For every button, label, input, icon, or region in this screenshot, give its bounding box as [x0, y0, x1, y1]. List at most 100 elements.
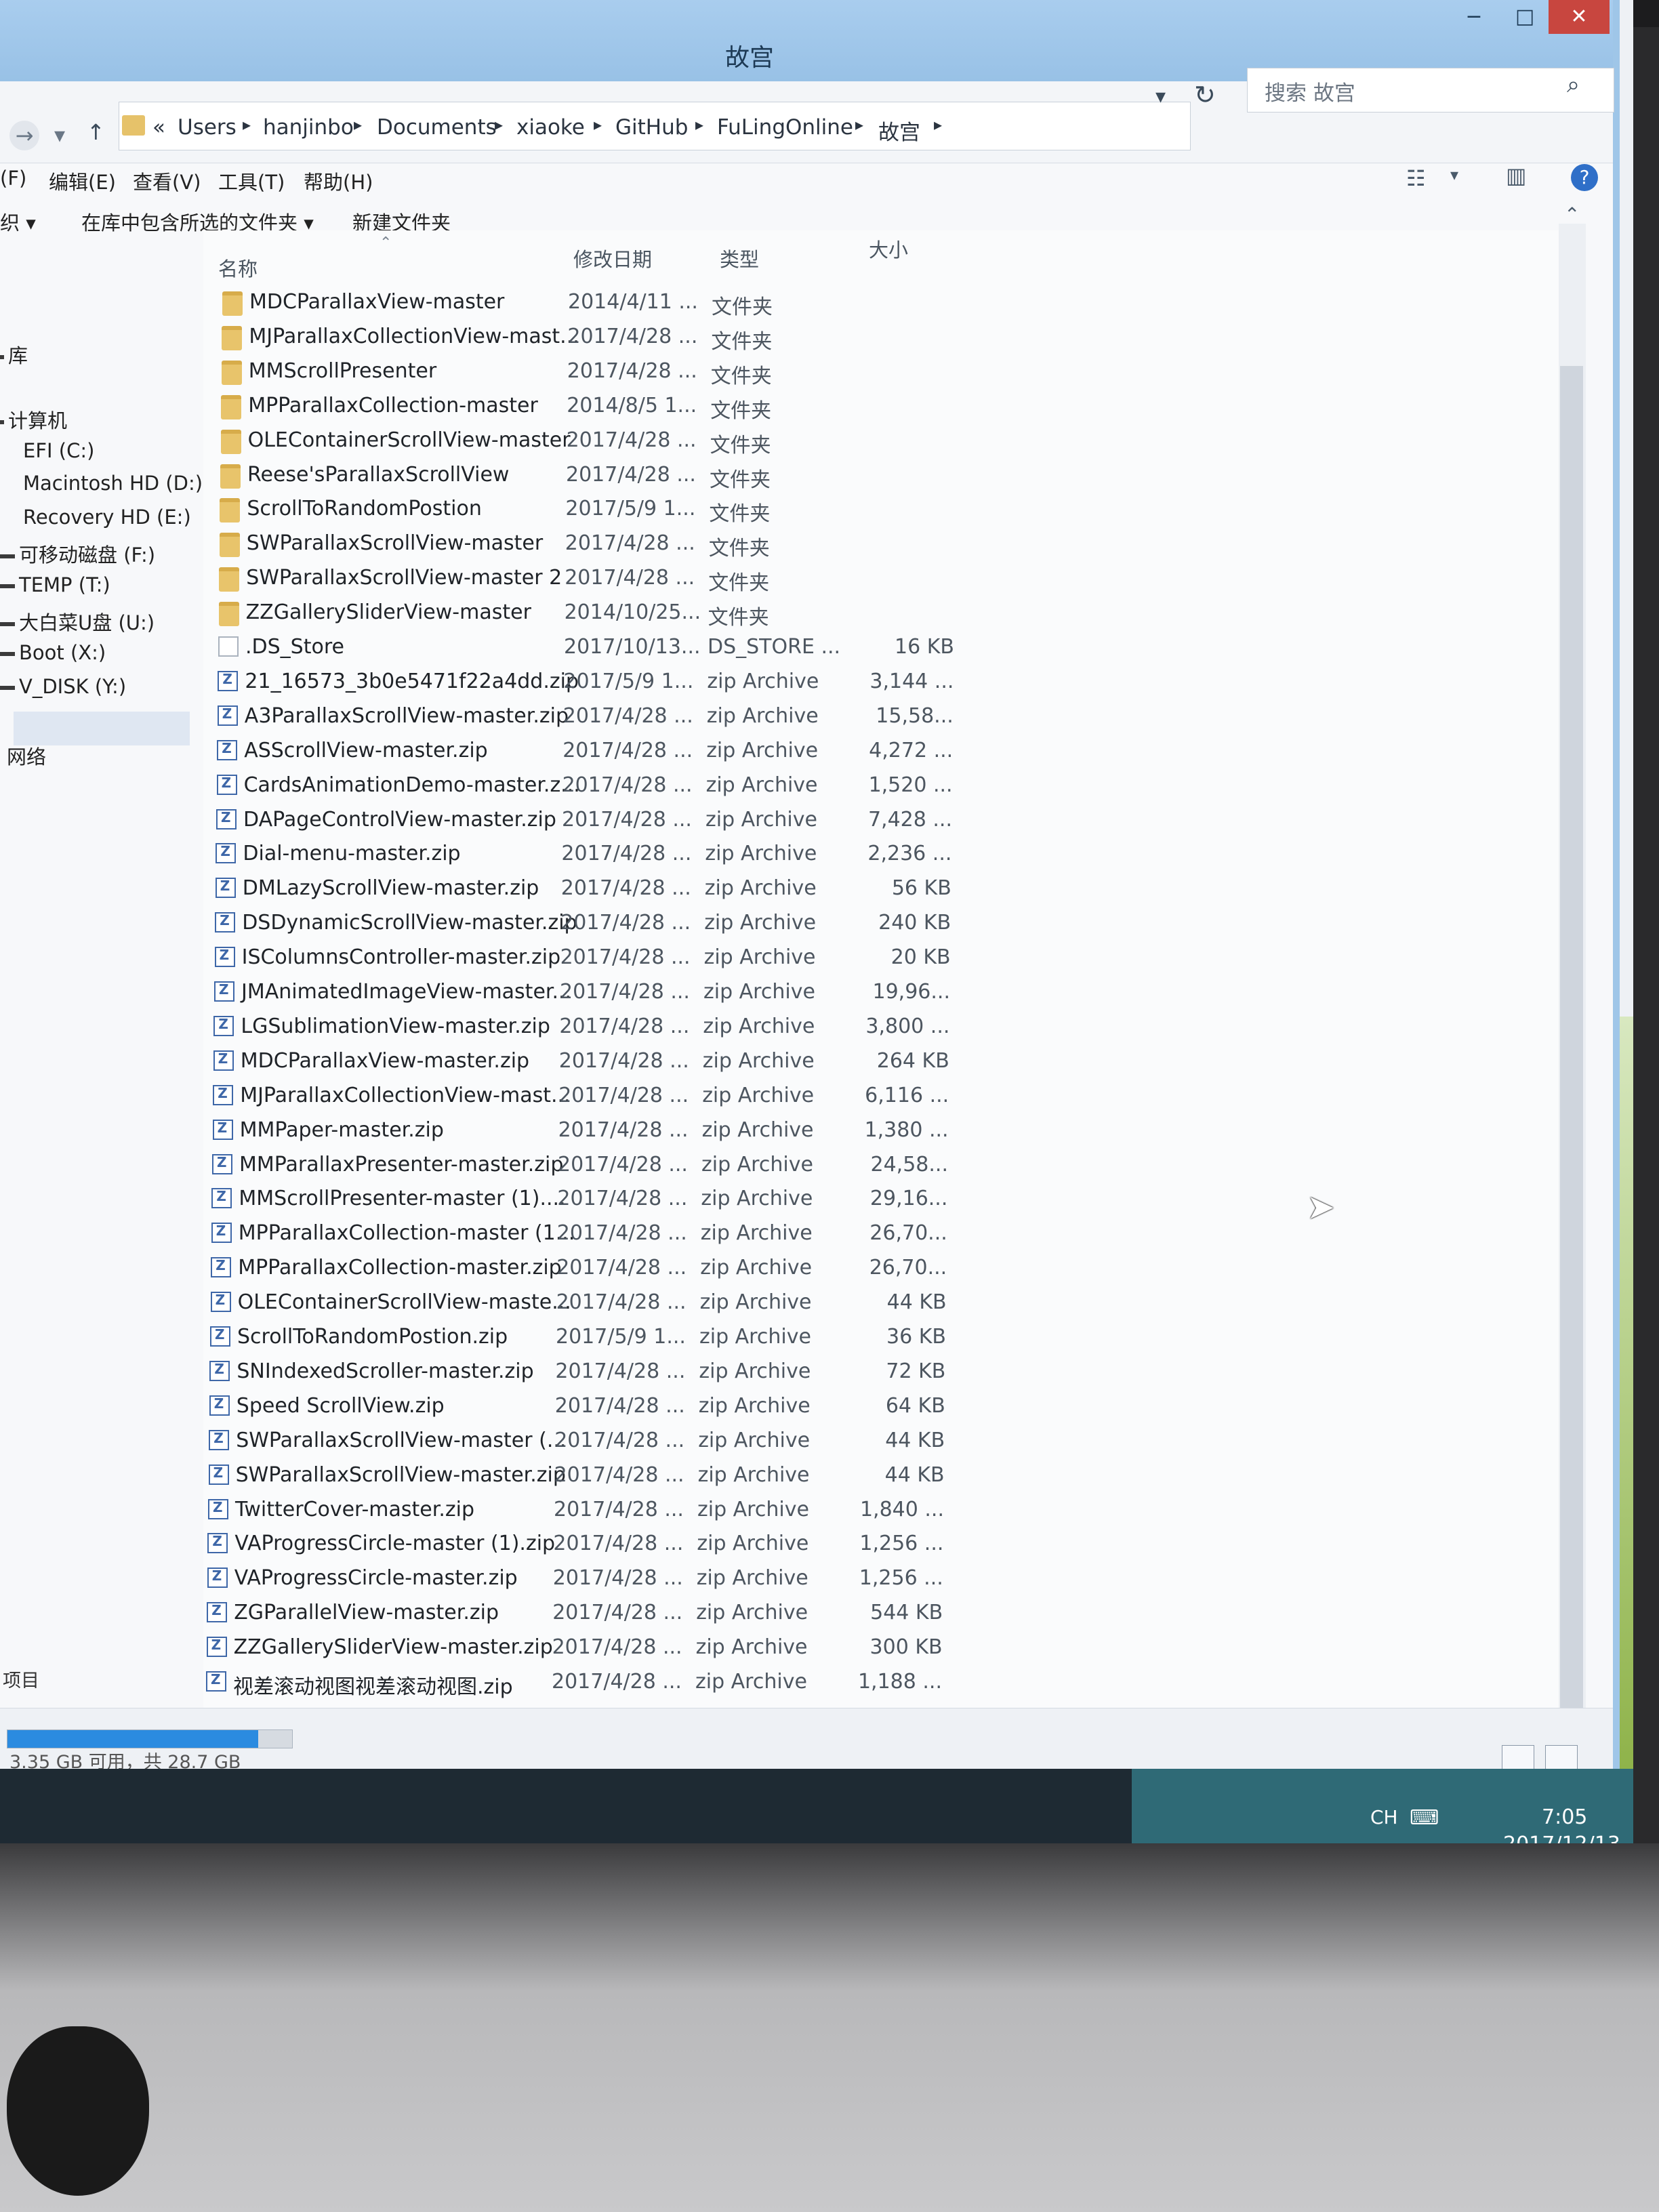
maximize-button[interactable]: □ [1501, 0, 1549, 34]
nav-computer[interactable]: 计算机 [0, 405, 67, 434]
address-dropdown-icon[interactable]: ▾ [1155, 85, 1166, 108]
breadcrumb-fulingonline[interactable]: FuLingOnline [717, 115, 853, 140]
organize-button[interactable]: 织 ▾ [0, 207, 36, 236]
file-row[interactable]: JMAnimatedImageView-master...2017/4/28 .… [214, 976, 1027, 1008]
zip-archive-icon [211, 1257, 232, 1278]
file-row[interactable]: MJParallaxCollectionView-mast...2017/4/2… [213, 1080, 1026, 1112]
file-row[interactable]: ISColumnsController-master.zip2017/4/28 … [214, 941, 1028, 974]
up-folder-button[interactable]: ↑ [87, 119, 105, 145]
file-row[interactable]: Speed ScrollView.zip 2017/4/28 ... zip Arc… [209, 1390, 1023, 1422]
file-row[interactable]: ZZGallerySliderView-master.zip2017/4/28 … [206, 1631, 1020, 1664]
nav-drive-e[interactable]: Recovery HD (E:) [23, 506, 191, 529]
file-row[interactable]: SWParallaxScrollView-master 2017/4/28 ...… [219, 527, 1033, 560]
file-row[interactable]: DMLazyScrollView-master.zip 2017/4/28 ...… [215, 872, 1029, 905]
file-row[interactable]: MDCParallaxView-master.zip 2017/4/28 ... z… [213, 1045, 1027, 1078]
close-button[interactable]: ✕ [1549, 0, 1610, 34]
breadcrumb-current[interactable]: 故宫 [878, 115, 920, 146]
file-type: zip Archive [703, 980, 815, 1004]
file-type: zip Archive [706, 738, 819, 762]
breadcrumb-xiaoke[interactable]: xiaoke [516, 115, 585, 140]
nav-drive-c[interactable]: EFI (C:) [23, 439, 94, 462]
help-icon[interactable]: ? [1571, 164, 1598, 191]
scroll-up-icon[interactable]: ⌃ [1564, 203, 1580, 226]
breadcrumb-github[interactable]: GitHub [615, 115, 688, 140]
file-row[interactable]: OLEContainerScrollView-maste...2017/4/28… [210, 1286, 1024, 1319]
nav-drive-t[interactable]: TEMP (T:) [0, 573, 110, 596]
file-row[interactable]: 21_16573_3b0e5471f22a4dd.zip2017/5/9 1..… [218, 665, 1031, 698]
breadcrumb-separator-icon[interactable]: ▸ [855, 115, 863, 134]
breadcrumb-separator-icon[interactable]: ▸ [243, 115, 251, 134]
file-row[interactable]: ScrollToRandomPostion 2017/5/9 1... 文件夹 [220, 493, 1033, 526]
file-row[interactable]: MMPaper-master.zip 2017/4/28 ... zip Archi… [212, 1114, 1026, 1147]
file-row[interactable]: DAPageControlView-master.zip2017/4/28 ..… [216, 804, 1029, 836]
clock-date[interactable]: 2017/12/13 [1503, 1832, 1620, 1843]
breadcrumb-overflow[interactable]: « [152, 115, 165, 140]
menu-file[interactable]: (F) [0, 167, 26, 190]
menu-tools[interactable]: 工具(T) [218, 167, 285, 195]
nav-drive-y[interactable]: V_DISK (Y:) [0, 675, 126, 698]
file-row[interactable]: VAProgressCircle-master.zip 2017/4/28 ...… [207, 1562, 1021, 1595]
menu-edit[interactable]: 编辑(E) [49, 167, 116, 195]
forward-button[interactable]: → [9, 121, 39, 150]
file-row[interactable]: MJParallaxCollectionView-mast...2017/4/2… [222, 321, 1035, 354]
search-icon[interactable]: ⌕ [1567, 71, 1580, 98]
file-row[interactable]: Reese'sParallaxScrollView 2017/4/28 ... 文件… [220, 459, 1033, 492]
nav-library[interactable]: 库 [0, 340, 28, 369]
clock-time[interactable]: 7:05 [1542, 1805, 1587, 1829]
nav-network[interactable]: 网络 [7, 741, 46, 770]
input-method-indicator[interactable]: CH [1370, 1806, 1398, 1828]
file-row[interactable]: VAProgressCircle-master (1).zip2017/4/28… [207, 1528, 1021, 1560]
breadcrumb-separator-icon[interactable]: ▸ [495, 115, 503, 134]
file-row[interactable]: MMScrollPresenter-master (1)....2017/4/2… [211, 1183, 1025, 1215]
breadcrumb-documents[interactable]: Documents [377, 115, 497, 140]
file-row[interactable]: TwitterCover-master.zip 2017/4/28 ... zip … [208, 1494, 1021, 1526]
refresh-icon[interactable]: ↻ [1194, 80, 1216, 110]
file-size: 1,188 ... [857, 1670, 942, 1694]
breadcrumb-hanjinbo[interactable]: hanjinbo [263, 115, 354, 140]
file-row[interactable]: MDCParallaxView-master 2014/4/11 ... 文件夹 [222, 286, 1036, 319]
view-dropdown-icon[interactable]: ▾ [1450, 165, 1458, 184]
file-row[interactable]: ZGParallelView-master.zip 2017/4/28 ... zi… [207, 1597, 1020, 1629]
breadcrumb-separator-icon[interactable]: ▸ [934, 115, 942, 134]
nav-drive-u[interactable]: 大白菜U盘 (U:) [0, 607, 155, 636]
file-row[interactable]: .DS_Store 2017/10/13... DS_STORE ... 16 KB [218, 631, 1031, 663]
breadcrumb-separator-icon[interactable]: ▸ [354, 115, 362, 134]
file-row[interactable]: MPParallaxCollection-master 2014/8/5 1...… [221, 390, 1034, 423]
file-row[interactable]: MPParallaxCollection-master (1...2017/4/… [211, 1217, 1025, 1250]
nav-drive-x[interactable]: Boot (X:) [0, 641, 106, 664]
file-row[interactable]: MMScrollPresenter 2017/4/28 ... 文件夹 [221, 355, 1035, 388]
nav-drive-f[interactable]: 可移动磁盘 (F:) [0, 539, 155, 568]
file-row[interactable]: Dial-menu-master.zip 2017/4/28 ... zip Arc… [216, 838, 1029, 870]
file-row[interactable]: A3ParallaxScrollView-master.zip2017/4/28… [217, 700, 1031, 733]
column-header-type[interactable]: 类型 [720, 244, 759, 272]
file-row[interactable]: ZZGallerySliderView-master 2014/10/25... 文… [218, 596, 1032, 630]
column-header-name[interactable]: 名称 [218, 253, 258, 282]
view-options-icon[interactable]: ☷ [1406, 165, 1426, 191]
file-row[interactable]: ScrollToRandomPostion.zip 2017/5/9 1... zi… [210, 1321, 1023, 1353]
file-row[interactable]: SNIndexedScroller-master.zip 2017/4/28 ..… [209, 1355, 1023, 1388]
keyboard-icon[interactable]: ⌨ [1410, 1806, 1439, 1830]
file-row[interactable]: ASScrollView-master.zip 2017/4/28 ... zip … [217, 735, 1030, 767]
minimize-button[interactable]: − [1450, 0, 1498, 34]
nav-drive-d[interactable]: Macintosh HD (D:) [23, 472, 203, 495]
column-header-size[interactable]: 大小 [869, 234, 908, 263]
file-row[interactable]: SWParallaxScrollView-master (...2017/4/2… [209, 1425, 1022, 1457]
menu-help[interactable]: 帮助(H) [304, 167, 373, 195]
file-row[interactable]: MMParallaxPresenter-master.zip2017/4/28 … [212, 1149, 1025, 1181]
file-row[interactable]: SWParallaxScrollView-master 2 2017/4/28 .… [219, 562, 1032, 595]
recent-locations-dropdown-icon[interactable]: ▾ [54, 122, 65, 148]
file-row[interactable]: 视差滚动视图视差滚动视图.zip 2017/4/28 ... zip Archive… [206, 1666, 1019, 1699]
scrollbar-thumb[interactable] [1560, 366, 1583, 1715]
column-header-date[interactable]: 修改日期 [573, 244, 652, 272]
file-row[interactable]: CardsAnimationDemo-master.z...2017/4/28 … [216, 769, 1030, 802]
file-row[interactable]: DSDynamicScrollView-master.zip2017/4/28 … [215, 907, 1028, 939]
file-row[interactable]: MPParallaxCollection-master.zip2017/4/28… [211, 1252, 1024, 1284]
preview-pane-icon[interactable]: ▥ [1506, 163, 1526, 188]
breadcrumb-separator-icon[interactable]: ▸ [695, 115, 703, 134]
file-row[interactable]: SWParallaxScrollView-master.zip2017/4/28… [208, 1459, 1022, 1492]
breadcrumb-users[interactable]: Users [178, 115, 237, 140]
file-row[interactable]: LGSublimationView-master.zip 2017/4/28 ..… [213, 1010, 1027, 1043]
file-row[interactable]: OLEContainerScrollView-master 2017/4/28 .… [220, 424, 1034, 457]
breadcrumb-separator-icon[interactable]: ▸ [594, 115, 602, 134]
menu-view[interactable]: 查看(V) [133, 167, 201, 195]
